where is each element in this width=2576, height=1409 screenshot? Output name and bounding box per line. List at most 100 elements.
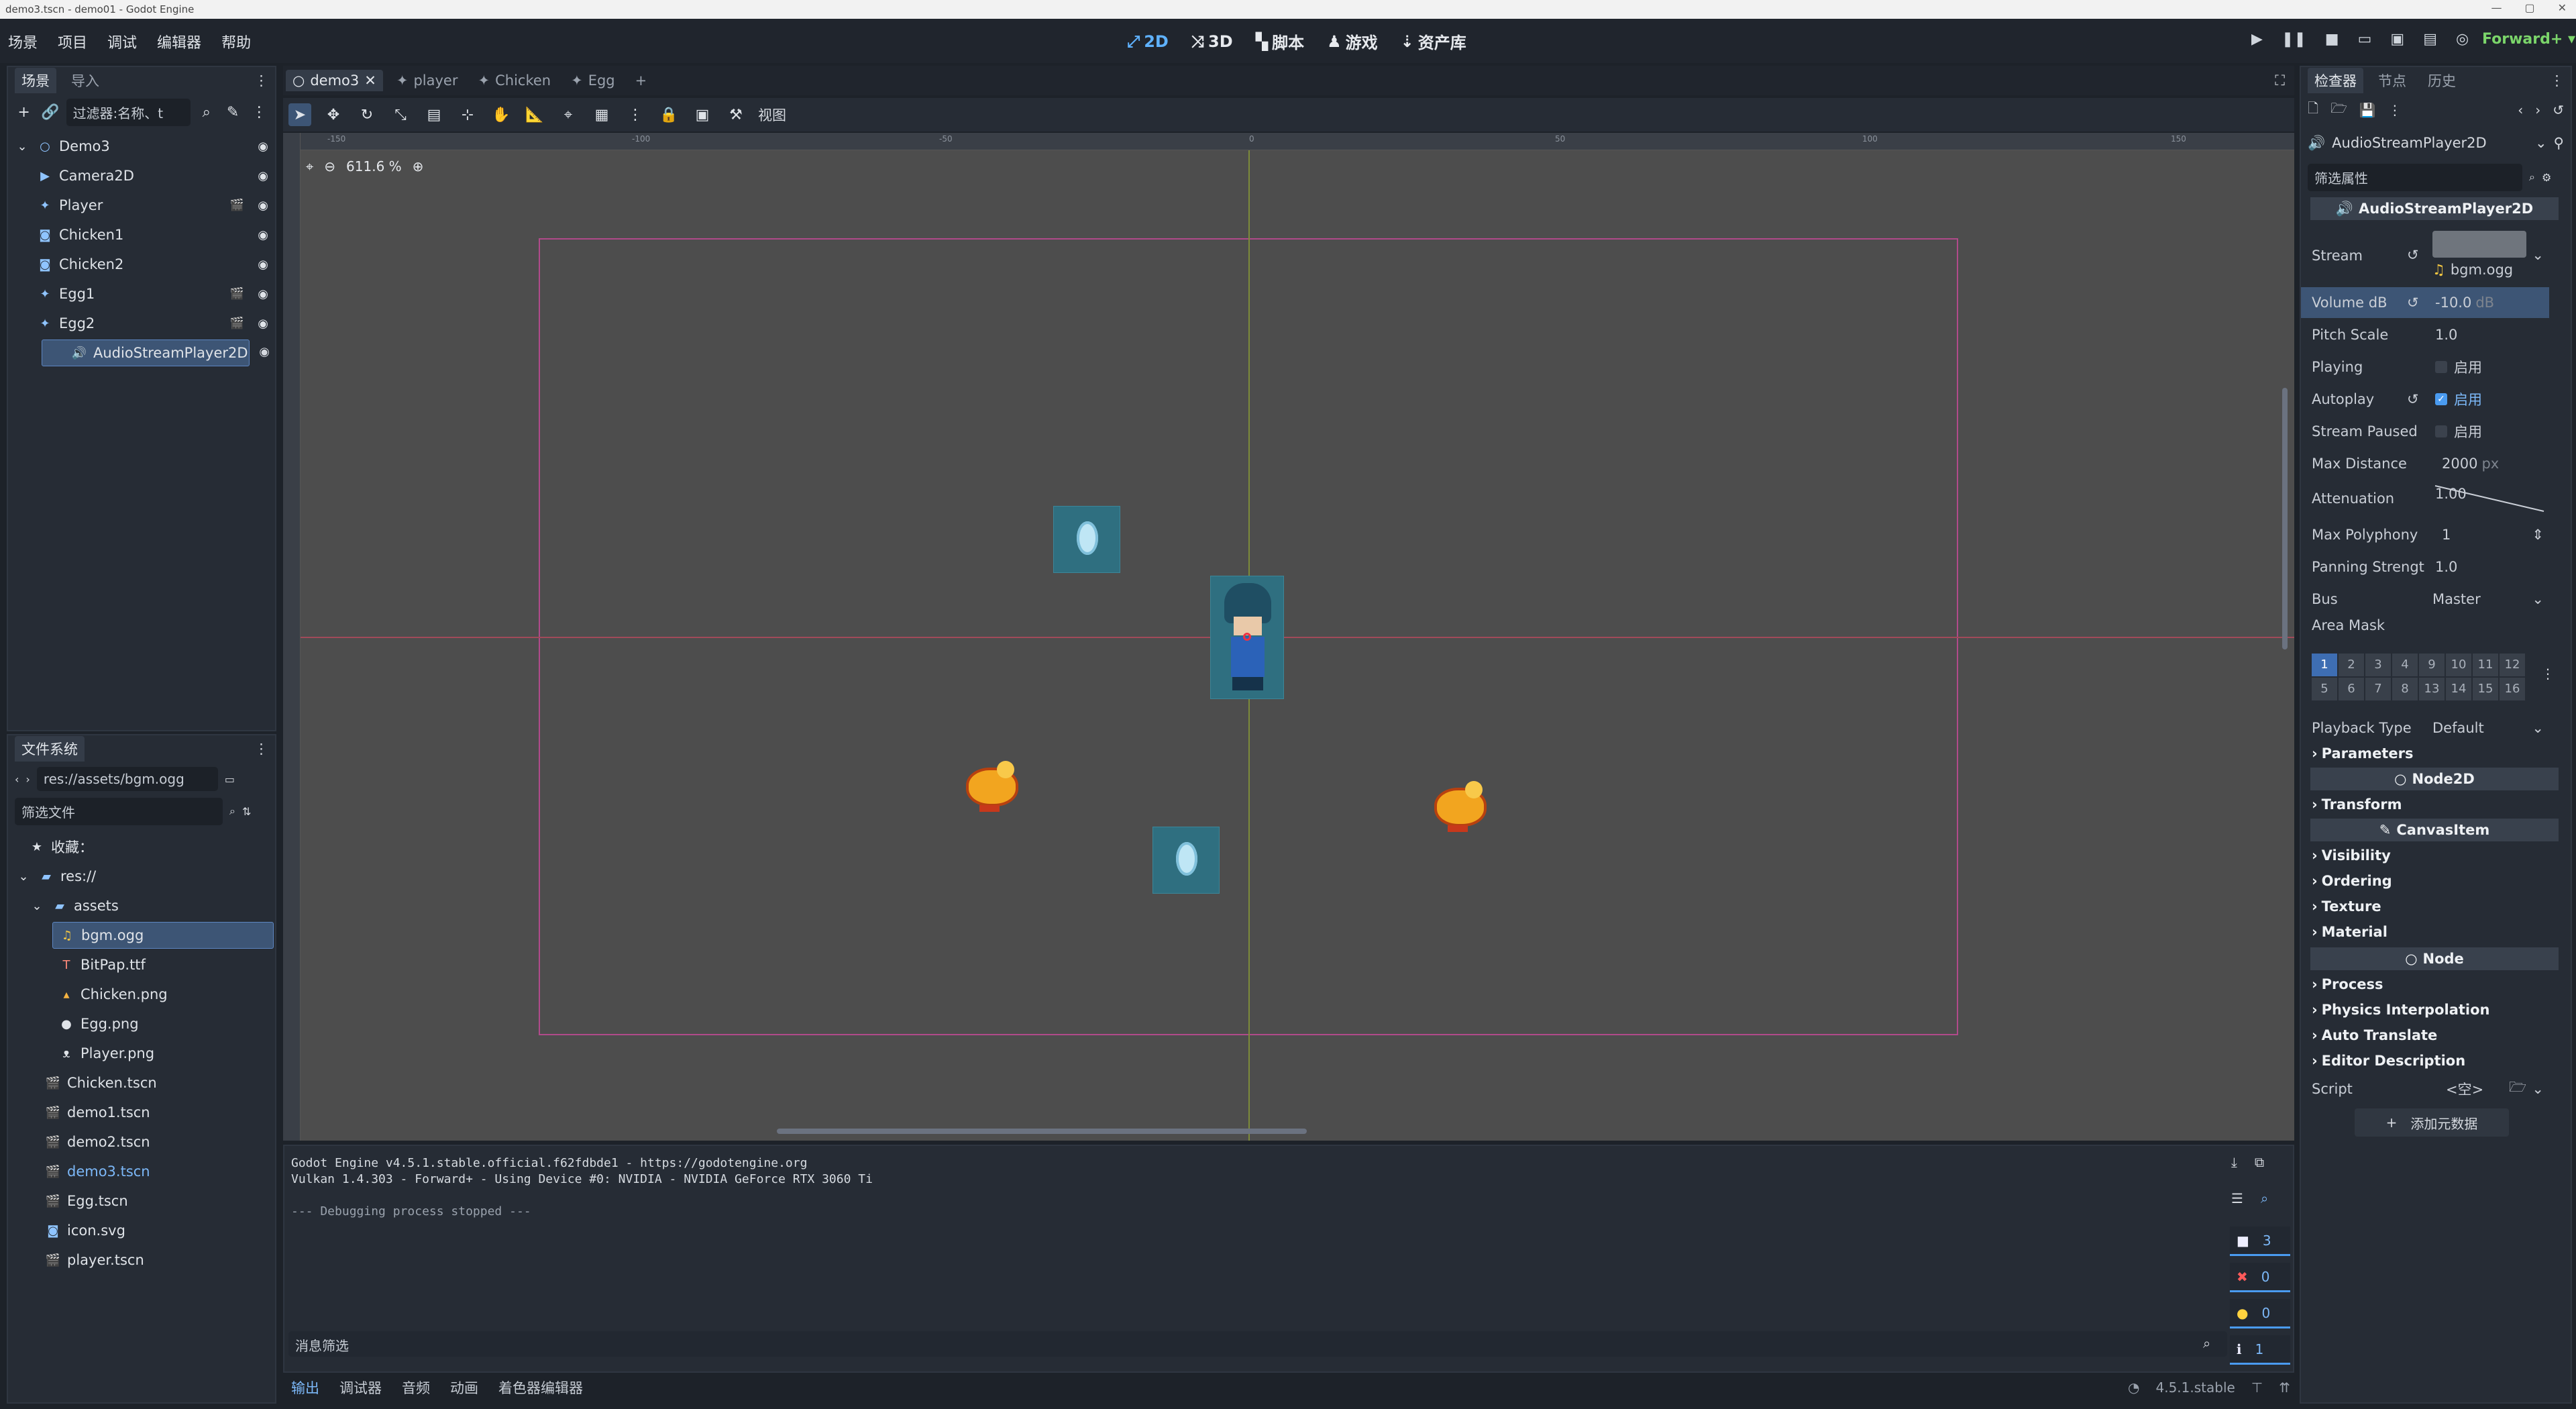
playback-type-dropdown[interactable]: Default — [2432, 720, 2484, 736]
maximize-icon[interactable]: ▢ — [2524, 1, 2534, 14]
mask-bit[interactable]: 9 — [2419, 654, 2445, 676]
visibility-eye-icon[interactable]: ◉ — [258, 199, 268, 213]
mask-bit[interactable]: 11 — [2473, 654, 2498, 676]
revert-icon[interactable]: ↺ — [2407, 295, 2419, 311]
tree-node-camera2d[interactable]: ▶ Camera2D ◉ — [8, 162, 274, 189]
visibility-eye-icon[interactable]: ◉ — [258, 140, 268, 154]
tree-node-audiostreamplayer2d[interactable]: 🔊 AudioStreamPlayer2D — [42, 340, 250, 366]
badge-warnings[interactable]: ● 0 — [2230, 1299, 2290, 1328]
history-forward-icon[interactable]: › — [2535, 102, 2540, 118]
tab-animation[interactable]: 动画 — [450, 1377, 478, 1398]
collapse-icon[interactable]: ⌄ — [15, 870, 32, 884]
menu-project[interactable]: 项目 — [58, 31, 87, 52]
canvas-viewport[interactable]: ⌖ ⊖ 611.6 % ⊕ — [283, 133, 2294, 1141]
play-icon[interactable]: ▶ — [2251, 31, 2263, 48]
autoplay-checkbox[interactable]: ✓ 启用 — [2435, 389, 2482, 409]
property-filter-input[interactable]: 筛选属性 — [2308, 163, 2522, 191]
snap-options-icon[interactable]: ⋮ — [624, 103, 647, 126]
close-icon[interactable]: ✕ — [2558, 1, 2567, 14]
file-item-chicken-tscn[interactable]: 🎬 Chicken.tscn — [8, 1069, 274, 1096]
ruler-tool-icon[interactable]: 📐 — [523, 103, 546, 126]
tree-node-demo3[interactable]: ⌄ ○ Demo3 ◉ — [8, 133, 274, 160]
horizontal-scrollbar[interactable] — [777, 1129, 1307, 1134]
tab-egg[interactable]: ✦ Egg — [564, 70, 622, 91]
stream-resource[interactable]: ♫ bgm.ogg — [2432, 262, 2513, 278]
chicken2-sprite[interactable] — [1432, 777, 1492, 837]
zoom-out-icon[interactable]: ⊖ — [324, 158, 335, 174]
visibility-eye-icon[interactable]: ◉ — [259, 345, 270, 359]
mask-bit[interactable]: 13 — [2419, 678, 2445, 700]
egg1-sprite[interactable] — [1053, 506, 1120, 573]
pivot-tool-icon[interactable]: ⊹ — [456, 103, 479, 126]
split-view-icon[interactable]: ▭ — [225, 773, 235, 786]
max-distance-field[interactable]: 2000 px — [2442, 456, 2499, 472]
tree-node-egg1[interactable]: ✦ Egg1 🎬 ◉ — [8, 280, 274, 307]
bus-dropdown[interactable]: Master — [2432, 591, 2481, 607]
distraction-free-icon[interactable]: ⛶ — [2275, 72, 2285, 89]
file-item-player-png[interactable]: ᴥ Player.png — [8, 1040, 274, 1067]
file-item-bitpap[interactable]: T BitPap.ttf — [8, 951, 274, 978]
settings-icon[interactable]: ⚙ — [2542, 171, 2551, 184]
visibility-eye-icon[interactable]: ◉ — [258, 169, 268, 183]
play-custom-icon[interactable]: ▤ — [2423, 31, 2437, 48]
open-folder-icon[interactable]: 🗁 — [2330, 99, 2347, 121]
vertical-scrollbar[interactable] — [2282, 388, 2288, 649]
forward-icon[interactable]: › — [25, 773, 30, 786]
scene-filter-input[interactable]: 过滤器:名称、t — [66, 98, 191, 126]
mask-bit[interactable]: 10 — [2446, 654, 2471, 676]
pin-icon[interactable]: ⤓ — [2231, 1154, 2237, 1170]
renderer-selector[interactable]: Forward+ ▾ — [2482, 31, 2575, 48]
mask-bit[interactable]: 8 — [2392, 678, 2418, 700]
group-icon[interactable]: ▣ — [691, 103, 714, 126]
section-material[interactable]: › Material — [2301, 921, 2549, 943]
section-auto-translate[interactable]: › Auto Translate — [2301, 1024, 2549, 1047]
add-tab-icon[interactable]: + — [629, 70, 654, 91]
tree-node-chicken2[interactable]: ◙ Chicken2 ◉ — [8, 251, 274, 278]
mask-bit[interactable]: 4 — [2392, 654, 2418, 676]
open-scene-icon[interactable]: 🎬 — [230, 287, 244, 301]
menu-editor[interactable]: 编辑器 — [157, 31, 201, 52]
movie-maker-icon[interactable]: ◎ — [2456, 31, 2469, 48]
zoom-in-icon[interactable]: ⊕ — [413, 158, 424, 174]
collapse-icon[interactable]: ⌄ — [13, 140, 31, 154]
favorites-row[interactable]: ★ 收藏： — [8, 833, 274, 860]
tab-debugger[interactable]: 调试器 — [339, 1377, 382, 1398]
script-value[interactable]: <空> — [2446, 1079, 2483, 1099]
file-item-egg-png[interactable]: ● Egg.png — [8, 1010, 274, 1037]
tab-scene[interactable]: 场景 — [15, 68, 56, 93]
smart-snap-icon[interactable]: ⌖ — [557, 103, 580, 126]
move-tool-icon[interactable]: ✥ — [322, 103, 345, 126]
zoom-level[interactable]: 611.6 % — [346, 158, 402, 174]
tab-player[interactable]: ✦ player — [390, 70, 465, 91]
main-screen-script[interactable]: ▚ 脚本 — [1256, 30, 1304, 53]
section-ordering[interactable]: › Ordering — [2301, 870, 2549, 892]
class-header-audiostreamplayer2d[interactable]: 🔊 AudioStreamPlayer2D — [2310, 197, 2559, 220]
main-screen-2d[interactable]: ⤢ 2D — [1127, 30, 1169, 53]
dock-menu-icon[interactable]: ⋮ — [254, 72, 268, 89]
visibility-eye-icon[interactable]: ◉ — [258, 228, 268, 242]
main-screen-3d[interactable]: ⤨ 3D — [1191, 30, 1233, 53]
file-filter-input[interactable]: 筛选文件 — [15, 797, 223, 825]
minimize-icon[interactable]: — — [2491, 1, 2502, 14]
stop-icon[interactable]: ■ — [2325, 31, 2339, 48]
play-scene-icon[interactable]: ▣ — [2390, 31, 2404, 48]
dock-menu-icon[interactable]: ⋮ — [2550, 72, 2564, 89]
save-icon[interactable]: 💾 — [2359, 102, 2376, 118]
collapse-icon[interactable]: ☰ — [2231, 1190, 2243, 1206]
visibility-eye-icon[interactable]: ◉ — [258, 258, 268, 272]
player-sprite[interactable] — [1210, 576, 1284, 699]
tab-shader-editor[interactable]: 着色器编辑器 — [498, 1377, 583, 1398]
pan-tool-icon[interactable]: ✋ — [490, 103, 513, 126]
tab-import[interactable]: 导入 — [64, 68, 106, 93]
chevron-down-icon[interactable]: ⌄ — [2532, 591, 2544, 607]
visibility-eye-icon[interactable]: ◉ — [258, 317, 268, 331]
tree-node-player[interactable]: ✦ Player 🎬 ◉ — [8, 192, 274, 219]
file-item-demo1[interactable]: 🎬 demo1.tscn — [8, 1099, 274, 1126]
pin-icon[interactable]: ⊤ — [2251, 1379, 2263, 1396]
mask-bit[interactable]: 16 — [2500, 678, 2525, 700]
back-icon[interactable]: ‹ — [15, 773, 19, 786]
revert-icon[interactable]: ↺ — [2407, 391, 2419, 407]
new-resource-icon[interactable]: 🗋 — [2308, 99, 2318, 121]
tab-demo3[interactable]: ○ demo3 ✕ — [286, 70, 383, 91]
badge-messages[interactable]: ■ 3 — [2230, 1227, 2290, 1256]
